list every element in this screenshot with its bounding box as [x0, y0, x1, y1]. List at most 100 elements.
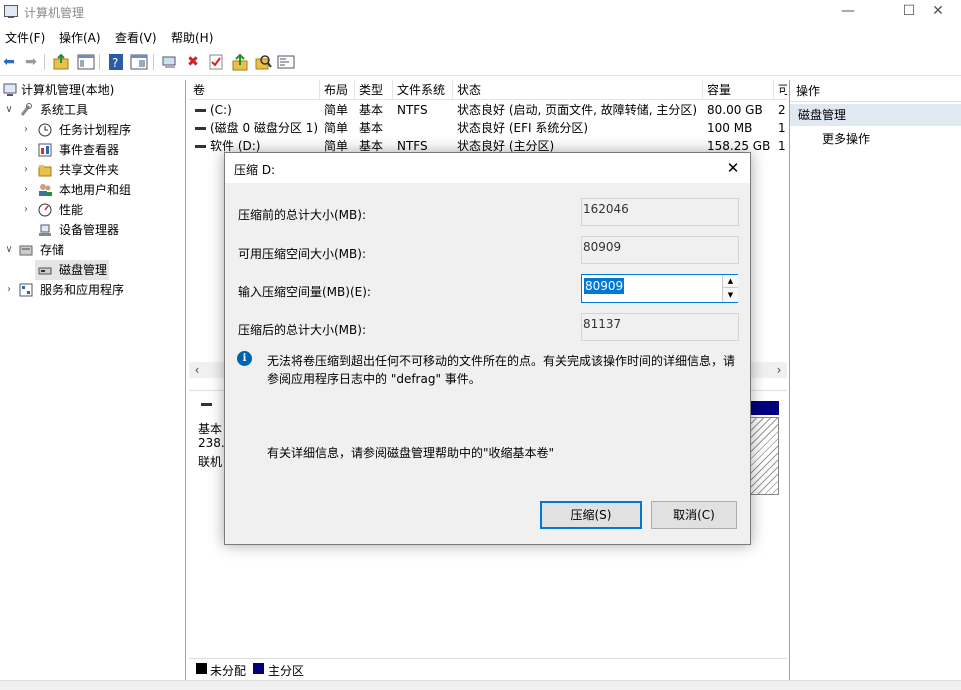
up-folder-icon[interactable]	[52, 53, 70, 71]
connect-icon[interactable]	[161, 53, 179, 71]
close-button[interactable]: ✕	[915, 0, 961, 24]
scroll-right-icon[interactable]: ›	[771, 362, 787, 378]
stepper-up-icon[interactable]: ▲	[722, 275, 738, 288]
shrink-button[interactable]: 压缩(S)	[540, 501, 642, 529]
cell-capacity: 100 MB	[707, 121, 753, 135]
legend-primary-label: 主分区	[268, 664, 305, 678]
total-after-field: 81137	[581, 313, 739, 341]
tree-item-services[interactable]: › 服务和应用程序	[0, 280, 186, 300]
tree-item-task-scheduler[interactable]: › 任务计划程序	[0, 120, 186, 140]
minimize-button[interactable]: —	[825, 0, 871, 24]
total-before-field: 162046	[581, 198, 739, 226]
chevron-down-icon[interactable]: ∨	[4, 240, 14, 260]
tree-item-system-tools[interactable]: ∨ 系统工具	[0, 100, 186, 120]
help-icon[interactable]: ?	[107, 53, 125, 71]
more-actions-link[interactable]: 更多操作	[822, 130, 870, 147]
disk-icon	[195, 145, 206, 148]
computer-management-app-icon	[4, 5, 18, 18]
actions-section-disk-management[interactable]: 磁盘管理	[790, 104, 961, 126]
column-capacity[interactable]: 容量	[703, 80, 774, 100]
volume-list-header: 卷 布局 类型 文件系统 状态 容量 可	[189, 80, 787, 100]
tree-item-root[interactable]: 计算机管理(本地)	[0, 80, 186, 100]
svg-text:?: ?	[112, 56, 118, 70]
shrink-amount-stepper[interactable]: 80909 ▲ ▼	[581, 274, 738, 303]
clock-icon	[38, 123, 52, 137]
properties-icon[interactable]	[130, 53, 148, 71]
tree-item-local-users[interactable]: › 本地用户和组	[0, 180, 186, 200]
disk-size-label: 238.	[198, 436, 225, 450]
tree-label-shared-folders: 共享文件夹	[59, 163, 120, 177]
table-row[interactable]: (磁盘 0 磁盘分区 1) 简单 基本 状态良好 (EFI 系统分区) 100 …	[189, 119, 787, 137]
performance-icon	[38, 203, 52, 217]
disk-icon	[201, 403, 212, 406]
storage-icon	[19, 243, 33, 257]
cell-status: 状态良好 (启动, 页面文件, 故障转储, 主分区)	[457, 103, 698, 117]
shared-folder-icon	[38, 163, 52, 177]
toolbar: ⬅ ➡ ? ✖	[0, 48, 961, 76]
tree-item-performance[interactable]: › 性能	[0, 200, 186, 220]
shrink-amount-input[interactable]: 80909	[584, 278, 625, 294]
legend: 未分配 主分区	[189, 658, 787, 678]
actions-pane: 操作 磁盘管理 更多操作	[789, 80, 961, 680]
chevron-down-icon[interactable]: ∨	[4, 100, 14, 120]
available-label: 可用压缩空间大小(MB):	[238, 247, 366, 261]
dialog-title: 压缩 D:	[234, 163, 276, 177]
cell-layout: 简单	[324, 103, 349, 117]
info-text-2: 参阅应用程序日志中的 "defrag" 事件。	[267, 372, 481, 386]
scroll-left-icon[interactable]: ‹	[189, 362, 205, 378]
chevron-right-icon[interactable]: ›	[21, 180, 31, 200]
legend-unallocated-swatch	[196, 663, 207, 674]
column-layout[interactable]: 布局	[320, 80, 355, 100]
console-icon[interactable]	[277, 53, 295, 71]
column-status[interactable]: 状态	[453, 80, 703, 100]
column-volume[interactable]: 卷	[189, 80, 320, 100]
chevron-right-icon[interactable]: ›	[21, 120, 31, 140]
info-text-1: 无法将卷压缩到超出任何不可移动的文件所在的点。有关完成该操作时间的详细信息，请	[267, 354, 736, 368]
tree-label-root: 计算机管理(本地)	[21, 83, 115, 97]
show-hide-tree-icon[interactable]	[77, 53, 95, 71]
dialog-title-bar: 压缩 D: ✕	[225, 153, 750, 183]
stepper-down-icon[interactable]: ▼	[722, 288, 738, 302]
cell-capacity: 80.00 GB	[707, 103, 763, 117]
disk-type-label: 基本	[198, 422, 223, 436]
delete-icon[interactable]: ✖	[184, 53, 202, 71]
menu-view[interactable]: 查看(V)	[115, 29, 157, 46]
chevron-right-icon[interactable]: ›	[21, 140, 31, 160]
search-icon[interactable]	[254, 53, 272, 71]
table-row[interactable]: (C:) 简单 基本 NTFS 状态良好 (启动, 页面文件, 故障转储, 主分…	[189, 101, 787, 119]
cell-volume: (C:)	[189, 101, 320, 119]
chevron-right-icon[interactable]: ›	[4, 280, 14, 300]
up-arrow-icon[interactable]	[231, 53, 249, 71]
tree-label-system-tools: 系统工具	[40, 103, 89, 117]
actions-header: 操作	[790, 80, 961, 102]
check-icon[interactable]	[207, 53, 225, 71]
dialog-close-button[interactable]: ✕	[721, 156, 745, 180]
total-before-label: 压缩前的总计大小(MB):	[238, 208, 366, 222]
menu-help[interactable]: 帮助(H)	[171, 29, 213, 46]
tree-item-disk-management[interactable]: 磁盘管理	[35, 260, 109, 280]
menu-file[interactable]: 文件(F)	[5, 29, 45, 46]
chevron-right-icon[interactable]: ›	[21, 200, 31, 220]
column-free-space[interactable]: 可	[774, 80, 787, 100]
forward-arrow-icon[interactable]: ➡	[22, 53, 40, 71]
legend-primary-swatch	[253, 663, 264, 674]
chevron-right-icon[interactable]: ›	[21, 160, 31, 180]
tree-label-disk-management: 磁盘管理	[59, 263, 108, 277]
back-arrow-icon[interactable]: ⬅	[0, 53, 18, 71]
tree-item-event-viewer[interactable]: › 事件查看器	[0, 140, 186, 160]
column-type[interactable]: 类型	[355, 80, 393, 100]
cell-layout: 简单	[324, 121, 349, 135]
services-icon	[19, 283, 33, 297]
help-text: 有关详细信息，请参阅磁盘管理帮助中的"收缩基本卷"	[267, 446, 555, 460]
tree-item-shared-folders[interactable]: › 共享文件夹	[0, 160, 186, 180]
menu-action[interactable]: 操作(A)	[59, 29, 101, 46]
partition-block[interactable]	[749, 417, 779, 495]
disk-icon	[195, 109, 206, 112]
shrink-dialog: 压缩 D: ✕ 压缩前的总计大小(MB): 162046 可用压缩空间大小(MB…	[224, 152, 751, 545]
tree-item-storage[interactable]: ∨ 存储	[0, 240, 186, 260]
cancel-button[interactable]: 取消(C)	[651, 501, 737, 529]
column-filesystem[interactable]: 文件系统	[393, 80, 453, 100]
tree-label-device-manager: 设备管理器	[59, 223, 120, 237]
cell-type: 基本	[359, 103, 384, 117]
tree-item-device-manager[interactable]: 设备管理器	[0, 220, 186, 240]
